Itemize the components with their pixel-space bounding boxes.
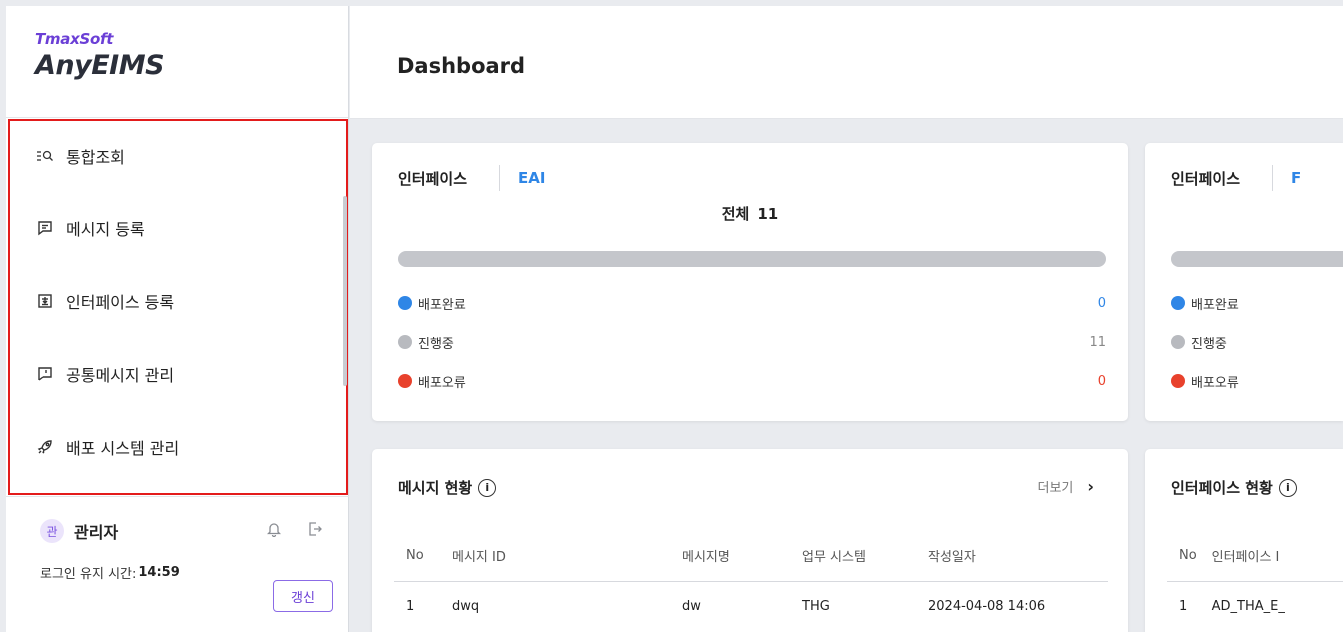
legend-label: 배포오류 (418, 375, 466, 391)
legend-label: 배포오류 (1191, 375, 1239, 391)
legend-value: 0 (1097, 373, 1106, 389)
cell-no: 1 (1179, 598, 1188, 614)
section-title-text: 메시지 현황 (398, 479, 473, 497)
flag-icon (36, 365, 54, 383)
total-value: 11 (757, 205, 779, 223)
legend-value: 11 (1089, 334, 1106, 350)
fep-status-card: 인터페이스 F 배포완료 진행중 배포오류 (1145, 143, 1343, 421)
sidebar-item-common-message[interactable]: 공통메시지 관리 (10, 337, 346, 410)
legend-label: 배포완료 (1191, 297, 1239, 313)
tab-interface[interactable]: 인터페이스 (1171, 168, 1240, 189)
table-row[interactable]: 1 dwq dw THG 2024-04-08 14:06 (394, 581, 1108, 631)
sidebar-item-deploy-system[interactable]: 배포 시스템 관리 (10, 410, 346, 483)
status-dot (1171, 296, 1185, 310)
session-label: 로그인 유지 시간: (40, 567, 137, 582)
sidebar: TmaxSoft AnyEIMS 통합조회 메시지 등록 인터페이스 등록 공통… (6, 6, 349, 632)
brand-product: AnyEIMS (35, 50, 165, 81)
message-table: No 메시지 ID 메시지명 업무 시스템 작성일자 1 dwq dw THG … (394, 531, 1108, 631)
brand-company: TmaxSoft (35, 30, 114, 48)
col-message-id[interactable]: 메시지 ID (452, 531, 682, 582)
tab-fep[interactable]: F (1291, 169, 1301, 187)
total-count: 전체 11 (372, 203, 1128, 224)
section-title: 메시지 현황 i (398, 477, 497, 498)
cell-interface-id: AD_THA_E_ (1211, 598, 1285, 614)
legend-label: 진행중 (418, 336, 454, 352)
progress-bar (1171, 251, 1343, 267)
sidebar-item-integrated-search[interactable]: 통합조회 (10, 121, 346, 191)
sidebar-item-label: 통합조회 (66, 148, 125, 167)
col-created-date[interactable]: 작성일자 (928, 531, 1108, 582)
status-dot (398, 374, 412, 388)
sidebar-item-label: 배포 시스템 관리 (66, 438, 180, 458)
rocket-icon (36, 438, 54, 456)
legend-error: 배포오류 (1171, 371, 1239, 391)
tab-divider (499, 165, 501, 191)
col-interface-id[interactable]: 인터페이스 I (1211, 531, 1343, 582)
more-link[interactable]: 더보기 › (1038, 477, 1094, 496)
sidebar-item-message-register[interactable]: 메시지 등록 (10, 191, 346, 264)
legend-value: 0 (1097, 295, 1106, 311)
section-title-text: 인터페이스 현황 (1171, 479, 1273, 497)
message-status-card: 메시지 현황 i 더보기 › No 메시지 ID 메시지명 업무 시스템 작성일… (372, 449, 1128, 632)
renew-session-button[interactable]: 갱신 (273, 580, 333, 612)
cell-message-name: dw (682, 598, 701, 614)
col-no[interactable]: No (1167, 531, 1212, 582)
total-label: 전체 (721, 205, 750, 223)
legend-label: 배포완료 (418, 297, 466, 313)
col-no[interactable]: No (394, 531, 452, 582)
cell-business-system: THG (802, 598, 830, 614)
user-panel: 관 관리자 로그인 유지 시간: 14:59 갱신 (6, 496, 349, 632)
sidebar-scrollbar[interactable] (343, 196, 347, 386)
page-title: Dashboard (397, 54, 526, 78)
legend-in-progress: 진행중 (1171, 332, 1227, 352)
status-dot (1171, 374, 1185, 388)
info-icon[interactable]: i (478, 478, 497, 497)
search-list-icon (36, 147, 54, 165)
cell-message-id: dwq (452, 598, 480, 614)
interface-status-card: 인터페이스 현황 i No 인터페이스 I 1 AD_THA_E_ (1145, 449, 1343, 632)
table-row[interactable]: 1 AD_THA_E_ (1167, 581, 1343, 631)
more-label: 더보기 (1037, 481, 1074, 496)
eai-status-card: 인터페이스 EAI 전체 11 배포완료 0 진행중 11 배포오류 0 (372, 143, 1128, 421)
tab-interface[interactable]: 인터페이스 (398, 168, 467, 189)
user-name: 관리자 (74, 523, 119, 542)
interface-icon (36, 292, 54, 310)
info-icon[interactable]: i (1278, 478, 1297, 497)
chevron-right-icon: › (1087, 477, 1094, 496)
sidebar-item-label: 인터페이스 등록 (66, 292, 175, 312)
sidebar-item-label: 메시지 등록 (66, 219, 145, 239)
col-business-system[interactable]: 업무 시스템 (802, 531, 928, 582)
cell-no: 1 (406, 598, 415, 614)
sidebar-menu: 통합조회 메시지 등록 인터페이스 등록 공통메시지 관리 배포 시스템 관리 (8, 119, 348, 495)
legend-deployed: 배포완료 0 (398, 293, 1106, 313)
col-message-name[interactable]: 메시지명 (682, 531, 802, 582)
cell-created-date: 2024-04-08 14:06 (928, 598, 1046, 614)
interface-table: No 인터페이스 I 1 AD_THA_E_ (1167, 531, 1343, 631)
tab-divider (1272, 165, 1274, 191)
status-dot (1171, 335, 1185, 349)
page-header: Dashboard (350, 6, 1343, 119)
logout-icon[interactable] (307, 521, 323, 541)
message-icon (36, 219, 54, 237)
table-header-row: No 인터페이스 I (1167, 531, 1343, 582)
section-title: 인터페이스 현황 i (1171, 477, 1297, 498)
sidebar-item-interface-register[interactable]: 인터페이스 등록 (10, 264, 346, 337)
legend-label: 진행중 (1191, 336, 1227, 352)
status-dot (398, 296, 412, 310)
legend-error: 배포오류 0 (398, 371, 1106, 391)
bell-icon[interactable] (266, 521, 282, 541)
session-time: 14:59 (138, 565, 180, 580)
table-header-row: No 메시지 ID 메시지명 업무 시스템 작성일자 (394, 531, 1108, 582)
tab-eai[interactable]: EAI (518, 169, 545, 187)
sidebar-item-label: 공통메시지 관리 (66, 365, 175, 385)
logo[interactable]: TmaxSoft AnyEIMS (6, 6, 348, 118)
progress-bar (398, 251, 1106, 267)
legend-in-progress: 진행중 11 (398, 332, 1106, 352)
avatar: 관 (40, 519, 64, 543)
legend-deployed: 배포완료 (1171, 293, 1239, 313)
status-dot (398, 335, 412, 349)
